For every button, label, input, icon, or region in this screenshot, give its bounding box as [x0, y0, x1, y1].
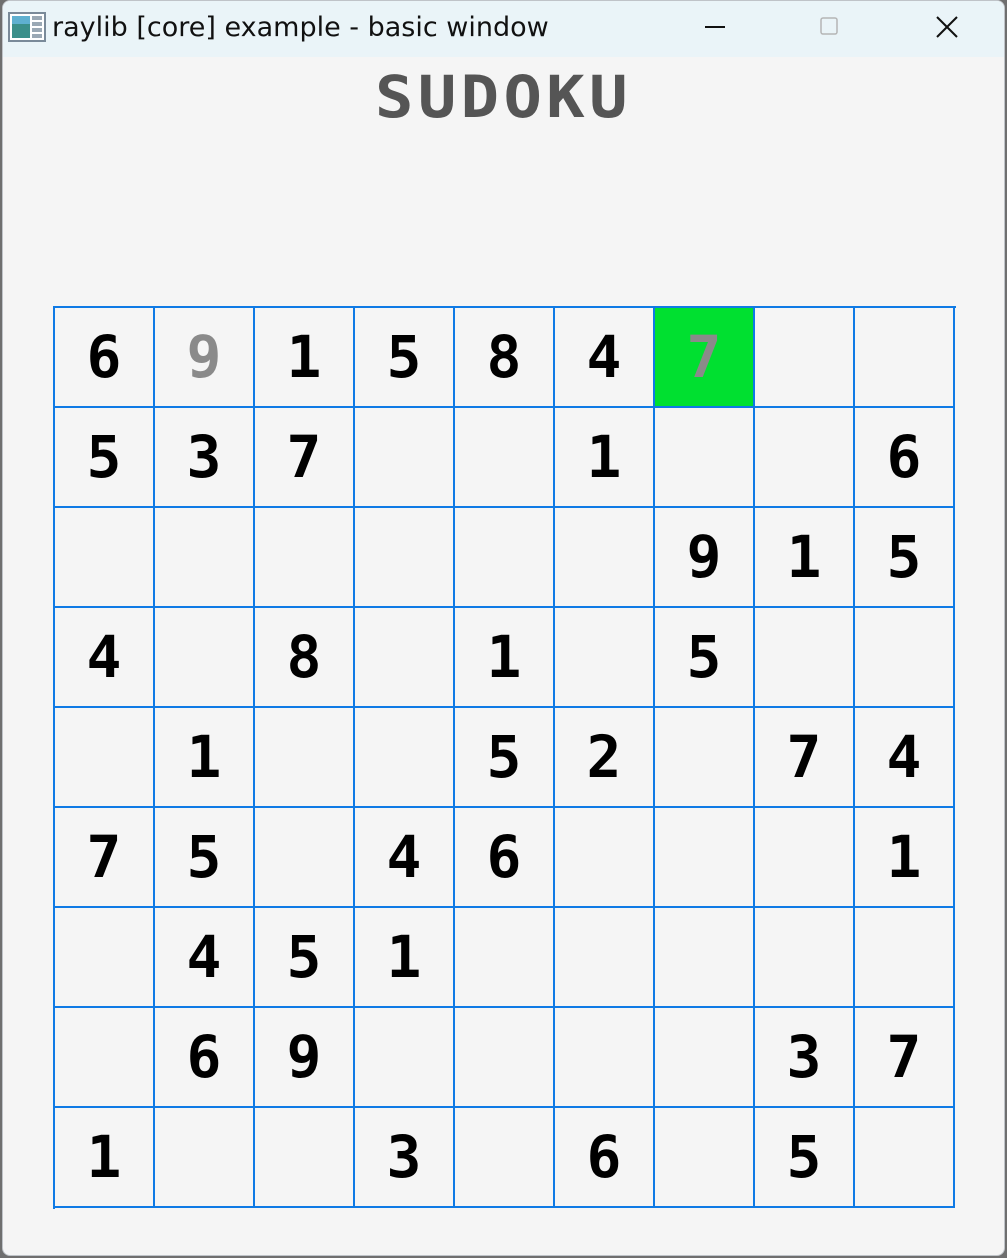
sudoku-cell-r9-c5[interactable] [455, 1108, 555, 1208]
sudoku-cell-r3-c3[interactable] [255, 508, 355, 608]
close-icon [936, 16, 958, 38]
sudoku-cell-r9-c1[interactable]: 1 [55, 1108, 155, 1208]
sudoku-cell-r8-c9[interactable]: 7 [855, 1008, 955, 1108]
sudoku-cell-r4-c9[interactable] [855, 608, 955, 708]
sudoku-cell-r9-c6[interactable]: 6 [555, 1108, 655, 1208]
sudoku-cell-r6-c5[interactable]: 6 [455, 808, 555, 908]
sudoku-cell-r2-c9[interactable]: 6 [855, 408, 955, 508]
sudoku-cell-r4-c1[interactable]: 4 [55, 608, 155, 708]
sudoku-cell-r5-c9[interactable]: 4 [855, 708, 955, 808]
sudoku-cell-r5-c4[interactable] [355, 708, 455, 808]
sudoku-cell-r8-c7[interactable] [655, 1008, 755, 1108]
sudoku-cell-r1-c4[interactable]: 5 [355, 308, 455, 408]
sudoku-cell-r7-c4[interactable]: 1 [355, 908, 455, 1008]
sudoku-cell-r7-c8[interactable] [755, 908, 855, 1008]
sudoku-cell-r8-c2[interactable]: 6 [155, 1008, 255, 1108]
sudoku-cell-r6-c3[interactable] [255, 808, 355, 908]
sudoku-cell-r3-c4[interactable] [355, 508, 455, 608]
sudoku-cell-r2-c6[interactable]: 1 [555, 408, 655, 508]
sudoku-cell-r4-c7[interactable]: 5 [655, 608, 755, 708]
sudoku-cell-r2-c5[interactable] [455, 408, 555, 508]
title-bar[interactable]: raylib [core] example - basic window [3, 1, 1004, 57]
window-title: raylib [core] example - basic window [52, 12, 549, 43]
sudoku-cell-r6-c2[interactable]: 5 [155, 808, 255, 908]
sudoku-cell-r7-c1[interactable] [55, 908, 155, 1008]
sudoku-cell-r8-c4[interactable] [355, 1008, 455, 1108]
sudoku-cell-r7-c3[interactable]: 5 [255, 908, 355, 1008]
sudoku-cell-r7-c6[interactable] [555, 908, 655, 1008]
sudoku-cell-r3-c9[interactable]: 5 [855, 508, 955, 608]
sudoku-cell-r7-c5[interactable] [455, 908, 555, 1008]
minimize-icon [705, 26, 725, 28]
sudoku-cell-r4-c5[interactable]: 1 [455, 608, 555, 708]
sudoku-cell-r5-c8[interactable]: 7 [755, 708, 855, 808]
sudoku-cell-r3-c7[interactable]: 9 [655, 508, 755, 608]
sudoku-cell-r5-c3[interactable] [255, 708, 355, 808]
sudoku-cell-r9-c4[interactable]: 3 [355, 1108, 455, 1208]
sudoku-cell-r1-c3[interactable]: 1 [255, 308, 355, 408]
sudoku-cell-r6-c6[interactable] [555, 808, 655, 908]
sudoku-cell-r6-c7[interactable] [655, 808, 755, 908]
sudoku-cell-r9-c8[interactable]: 5 [755, 1108, 855, 1208]
sudoku-cell-r2-c1[interactable]: 5 [55, 408, 155, 508]
sudoku-cell-r4-c2[interactable] [155, 608, 255, 708]
sudoku-cell-r5-c1[interactable] [55, 708, 155, 808]
close-button[interactable] [887, 1, 1003, 55]
sudoku-cell-r1-c7[interactable]: 7 [655, 308, 755, 408]
sudoku-cell-r3-c1[interactable] [55, 508, 155, 608]
sudoku-cell-r1-c6[interactable]: 4 [555, 308, 655, 408]
sudoku-cell-r1-c5[interactable]: 8 [455, 308, 555, 408]
minimize-button[interactable] [655, 1, 771, 55]
sudoku-cell-r6-c1[interactable]: 7 [55, 808, 155, 908]
sudoku-cell-r5-c6[interactable]: 2 [555, 708, 655, 808]
sudoku-cell-r9-c7[interactable] [655, 1108, 755, 1208]
sudoku-cell-r5-c7[interactable] [655, 708, 755, 808]
sudoku-cell-r7-c2[interactable]: 4 [155, 908, 255, 1008]
sudoku-cell-r3-c8[interactable]: 1 [755, 508, 855, 608]
sudoku-cell-r6-c8[interactable] [755, 808, 855, 908]
sudoku-cell-r5-c2[interactable]: 1 [155, 708, 255, 808]
sudoku-board: 6915847537169154815152747546145169371365 [53, 306, 956, 1209]
sudoku-cell-r5-c5[interactable]: 5 [455, 708, 555, 808]
maximize-button[interactable] [771, 1, 887, 55]
sudoku-cell-r2-c2[interactable]: 3 [155, 408, 255, 508]
sudoku-cell-r3-c2[interactable] [155, 508, 255, 608]
sudoku-cell-r3-c5[interactable] [455, 508, 555, 608]
sudoku-cell-r8-c6[interactable] [555, 1008, 655, 1108]
game-title: SUDOKU [375, 63, 632, 131]
app-window: raylib [core] example - basic window SUD… [2, 0, 1005, 1256]
sudoku-cell-r3-c6[interactable] [555, 508, 655, 608]
sudoku-cell-r4-c6[interactable] [555, 608, 655, 708]
sudoku-cell-r1-c9[interactable] [855, 308, 955, 408]
sudoku-cell-r4-c4[interactable] [355, 608, 455, 708]
maximize-icon [820, 17, 838, 35]
sudoku-cell-r7-c7[interactable] [655, 908, 755, 1008]
sudoku-cell-r9-c9[interactable] [855, 1108, 955, 1208]
sudoku-cell-r8-c3[interactable]: 9 [255, 1008, 355, 1108]
sudoku-cell-r8-c8[interactable]: 3 [755, 1008, 855, 1108]
sudoku-cell-r2-c4[interactable] [355, 408, 455, 508]
sudoku-cell-r9-c2[interactable] [155, 1108, 255, 1208]
sudoku-cell-r9-c3[interactable] [255, 1108, 355, 1208]
sudoku-cell-r8-c1[interactable] [55, 1008, 155, 1108]
sudoku-cell-r8-c5[interactable] [455, 1008, 555, 1108]
sudoku-cell-r6-c9[interactable]: 1 [855, 808, 955, 908]
sudoku-cell-r2-c7[interactable] [655, 408, 755, 508]
sudoku-cell-r1-c1[interactable]: 6 [55, 308, 155, 408]
raylib-app-icon [8, 12, 46, 42]
sudoku-cell-r4-c8[interactable] [755, 608, 855, 708]
sudoku-cell-r1-c8[interactable] [755, 308, 855, 408]
sudoku-cell-r2-c8[interactable] [755, 408, 855, 508]
sudoku-cell-r1-c2[interactable]: 9 [155, 308, 255, 408]
sudoku-cell-r4-c3[interactable]: 8 [255, 608, 355, 708]
sudoku-cell-r2-c3[interactable]: 7 [255, 408, 355, 508]
sudoku-cell-r7-c9[interactable] [855, 908, 955, 1008]
sudoku-cell-r6-c4[interactable]: 4 [355, 808, 455, 908]
